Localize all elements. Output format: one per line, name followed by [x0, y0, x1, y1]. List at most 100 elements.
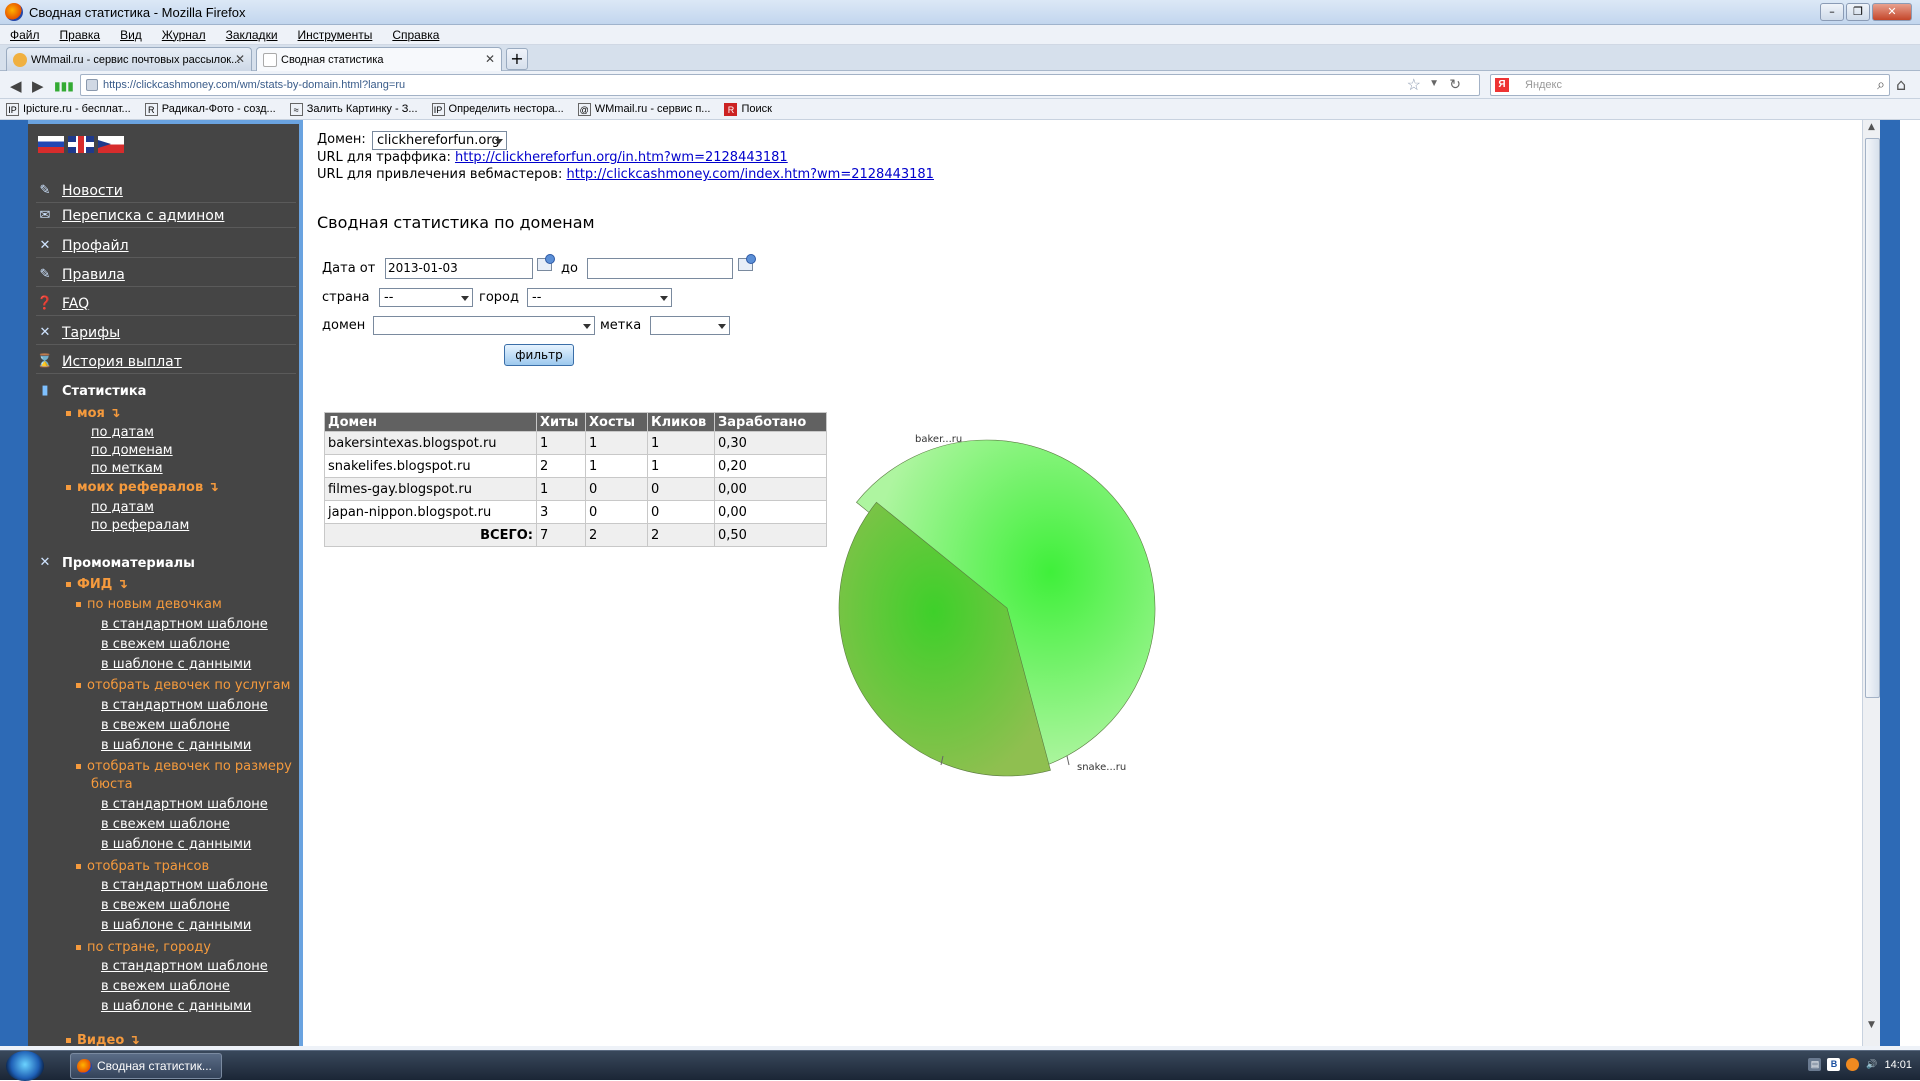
sidebar-item-payouts[interactable]: ⌛ История выплат	[36, 350, 296, 374]
traffic-url-link[interactable]: http://clickhereforfun.org/in.htm?wm=212…	[455, 150, 788, 165]
promo-link[interactable]: в стандартном шаблоне	[101, 959, 268, 974]
promo-group-title[interactable]: отобрать девочек по размеру	[76, 759, 292, 774]
site-identity-icon[interactable]	[86, 79, 98, 91]
search-icon[interactable]: ⌕	[1877, 76, 1885, 93]
close-tab-icon[interactable]: ✕	[485, 52, 495, 66]
city-select[interactable]: --	[527, 288, 672, 307]
taskbar-firefox-item[interactable]: Сводная статистик...	[70, 1053, 222, 1079]
maximize-button[interactable]: ❐	[1846, 3, 1870, 21]
bookmark-item[interactable]: R Поиск	[724, 102, 772, 116]
promo-link[interactable]: в свежем шаблоне	[101, 718, 230, 733]
sidebar-item-label[interactable]: Тарифы	[62, 325, 120, 341]
sidebar-item-label[interactable]: История выплат	[62, 354, 182, 370]
menu-history[interactable]: Журнал	[162, 28, 206, 42]
close-window-button[interactable]: ✕	[1872, 3, 1912, 21]
scroll-up-icon[interactable]: ▲	[1868, 122, 1875, 132]
sidebar-item-label[interactable]: Переписка с админом	[62, 208, 224, 224]
stats-my-by-domains-link[interactable]: по доменам	[91, 443, 173, 458]
stats-ref-by-dates-link[interactable]: по датам	[91, 500, 154, 515]
scroll-down-icon[interactable]: ▼	[1868, 1020, 1875, 1030]
url-bar[interactable]: https://clickcashmoney.com/wm/stats-by-d…	[80, 74, 1480, 96]
calendar-icon[interactable]	[738, 254, 756, 271]
sidebar-item-faq[interactable]: ❓ FAQ	[36, 292, 296, 316]
sidebar-item-label[interactable]: FAQ	[62, 296, 89, 312]
promo-group-title[interactable]: отобрать трансов	[76, 859, 209, 874]
tab-stats[interactable]: Сводная статистика ✕	[256, 47, 502, 71]
menu-view[interactable]: Вид	[120, 28, 142, 42]
sidebar-item-tariffs[interactable]: ✕ Тарифы	[36, 321, 296, 345]
tray-b-icon[interactable]: B	[1827, 1058, 1841, 1071]
url-dropdown-icon[interactable]: ▼	[1429, 78, 1439, 89]
sidebar-item-label[interactable]: Новости	[62, 183, 123, 199]
promo-video-toggle[interactable]: Видео ↴	[66, 1033, 140, 1046]
stats-my-toggle[interactable]: моя ↴	[66, 406, 120, 421]
promo-link[interactable]: в шаблоне с данными	[101, 738, 251, 753]
webmaster-url-link[interactable]: http://clickcashmoney.com/index.htm?wm=2…	[566, 167, 933, 182]
promo-link[interactable]: в стандартном шаблоне	[101, 797, 268, 812]
domain-select[interactable]: clickhereforfun.org	[372, 131, 507, 150]
promo-link[interactable]: в свежем шаблоне	[101, 898, 230, 913]
start-button[interactable]	[6, 1051, 44, 1081]
promo-link[interactable]: в шаблоне с данными	[101, 657, 251, 672]
reload-icon[interactable]: ↻	[1449, 76, 1461, 93]
new-tab-button[interactable]: +	[506, 48, 528, 70]
filter-button[interactable]: фильтр	[504, 344, 574, 366]
bookmark-item[interactable]: IP Определить нестора...	[431, 102, 564, 116]
promo-link[interactable]: в стандартном шаблоне	[101, 617, 268, 632]
promo-feed-toggle[interactable]: ФИД ↴	[66, 577, 128, 592]
stats-ref-toggle[interactable]: моих рефералов ↴	[66, 480, 219, 495]
back-icon[interactable]: ◀	[10, 77, 22, 95]
domain-filter-select[interactable]	[373, 316, 595, 335]
promo-link[interactable]: в свежем шаблоне	[101, 979, 230, 994]
date-to-input[interactable]	[587, 258, 733, 279]
sidebar-item-news[interactable]: ✎ Новости	[36, 179, 296, 203]
promo-group-title[interactable]: отобрать девочек по услугам	[76, 678, 290, 693]
sidebar-item-messages[interactable]: ✉ Переписка с админом	[36, 204, 296, 228]
minimize-button[interactable]: –	[1820, 3, 1844, 21]
sidebar-item-rules[interactable]: ✎ Правила	[36, 263, 296, 287]
tab-wmmail[interactable]: WMmail.ru - сервис почтовых рассылок... …	[6, 47, 252, 71]
bookmark-star-icon[interactable]: ☆	[1407, 75, 1421, 95]
promo-group-title[interactable]: по новым девочкам	[76, 597, 222, 612]
country-select[interactable]: --	[379, 288, 473, 307]
promo-link[interactable]: в свежем шаблоне	[101, 637, 230, 652]
close-tab-icon[interactable]: ✕	[235, 52, 245, 66]
network-icon[interactable]: ▤	[1808, 1058, 1822, 1071]
promo-link[interactable]: в шаблоне с данными	[101, 999, 251, 1014]
stats-my-by-tags-link[interactable]: по меткам	[91, 461, 163, 476]
calendar-icon[interactable]	[537, 254, 555, 271]
volume-icon[interactable]: 🔊	[1865, 1058, 1878, 1071]
promo-link[interactable]: в стандартном шаблоне	[101, 698, 268, 713]
sidebar-item-label[interactable]: Профайл	[62, 238, 129, 254]
flag-uk-icon[interactable]	[68, 136, 94, 153]
stats-ref-by-refs-link[interactable]: по рефералам	[91, 518, 189, 533]
menu-bookmarks[interactable]: Закладки	[226, 28, 278, 42]
search-bar[interactable]: Я Яндекс ⌕	[1490, 74, 1890, 96]
bookmark-item[interactable]: R Радикал-Фото - созд...	[144, 102, 276, 116]
tag-select[interactable]	[650, 316, 730, 335]
date-from-input[interactable]: 2013-01-03	[385, 258, 533, 279]
menu-help[interactable]: Справка	[392, 28, 439, 42]
scrollbar-thumb[interactable]	[1865, 138, 1880, 698]
promo-group-title-cont[interactable]: бюста	[91, 777, 133, 792]
bookmark-item[interactable]: @ WMmail.ru - сервис п...	[577, 102, 710, 116]
vertical-scrollbar[interactable]: ▲ ▼	[1862, 120, 1882, 1046]
tray-app-icon[interactable]	[1846, 1058, 1860, 1071]
forward-icon[interactable]: ▶	[32, 77, 44, 95]
stats-my-by-dates-link[interactable]: по датам	[91, 425, 154, 440]
bookmark-item[interactable]: ≈ Залить Картинку - З...	[289, 102, 418, 116]
promo-link[interactable]: в стандартном шаблоне	[101, 878, 268, 893]
menu-edit[interactable]: Правка	[60, 28, 101, 42]
home-icon[interactable]: ⌂	[1896, 75, 1906, 94]
sidebar-item-label[interactable]: Правила	[62, 267, 125, 283]
bookmark-item[interactable]: IP Ipicture.ru - бесплат...	[6, 102, 131, 116]
promo-link[interactable]: в шаблоне с данными	[101, 837, 251, 852]
menu-tools[interactable]: Инструменты	[298, 28, 373, 42]
flag-cz-icon[interactable]	[98, 136, 124, 153]
flag-ru-icon[interactable]	[38, 136, 64, 153]
promo-group-title[interactable]: по стране, городу	[76, 940, 211, 955]
menu-file[interactable]: Файл	[10, 28, 40, 42]
yandex-icon[interactable]: Я	[1495, 78, 1509, 92]
sidebar-item-profile[interactable]: ✕ Профайл	[36, 234, 296, 258]
promo-link[interactable]: в свежем шаблоне	[101, 817, 230, 832]
